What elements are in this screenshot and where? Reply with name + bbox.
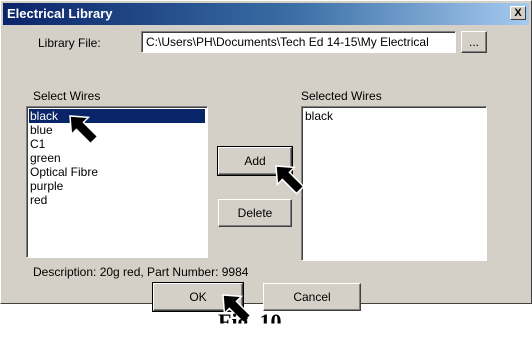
list-item[interactable]: Optical Fibre bbox=[29, 165, 205, 179]
list-item[interactable]: red bbox=[29, 193, 205, 207]
list-item[interactable]: black bbox=[29, 109, 205, 123]
list-item[interactable]: blue bbox=[29, 123, 205, 137]
list-item[interactable]: C1 bbox=[29, 137, 205, 151]
window-title: Electrical Library bbox=[7, 6, 113, 21]
library-file-label: Library File: bbox=[38, 36, 101, 50]
select-wires-label: Select Wires bbox=[33, 89, 101, 103]
cancel-button[interactable]: Cancel bbox=[263, 283, 361, 311]
title-bar: Electrical Library X bbox=[3, 3, 529, 25]
arrow-pointer-icon bbox=[275, 165, 305, 195]
list-item[interactable]: purple bbox=[29, 179, 205, 193]
arrow-pointer-icon bbox=[69, 115, 99, 145]
library-file-field[interactable]: C:\Users\PH\Documents\Tech Ed 14-15\My E… bbox=[141, 31, 456, 53]
selected-wires-label: Selected Wires bbox=[301, 89, 382, 103]
browse-button[interactable]: ... bbox=[461, 31, 487, 53]
select-wires-list[interactable]: black blue C1 green Optical Fibre purple… bbox=[26, 106, 208, 258]
description-text: Description: 20g red, Part Number: 9984 bbox=[33, 265, 249, 279]
selected-wires-list[interactable]: black bbox=[301, 106, 487, 261]
close-button[interactable]: X bbox=[510, 6, 526, 20]
list-item[interactable]: black bbox=[304, 109, 484, 123]
list-item[interactable]: green bbox=[29, 151, 205, 165]
